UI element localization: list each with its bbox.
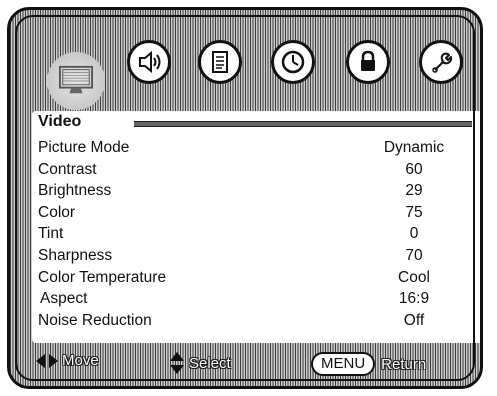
setting-label: Noise Reduction xyxy=(38,311,152,329)
setting-row-color-temperature[interactable]: Color Temperature Cool xyxy=(32,268,480,290)
tv-osd-frame: Video Picture Mode Dynamic Contrast 60 B… xyxy=(7,7,483,389)
select-hint: Select xyxy=(170,352,231,374)
move-label: Move xyxy=(62,352,99,369)
setting-row-brightness[interactable]: Brightness 29 xyxy=(32,181,480,203)
return-label: Return xyxy=(381,355,427,373)
move-hint: Move xyxy=(36,352,99,369)
lock-icon xyxy=(361,50,375,71)
left-right-arrows-icon xyxy=(36,353,58,368)
setting-value: 70 xyxy=(405,246,423,264)
setting-label: Sharpness xyxy=(38,246,113,264)
speaker-icon xyxy=(139,50,161,74)
menu-key-badge: MENU xyxy=(311,352,376,376)
up-down-arrows-icon xyxy=(170,352,184,374)
setting-label: Tint xyxy=(38,225,64,243)
setting-row-picture-mode[interactable]: Picture Mode Dynamic xyxy=(32,138,480,160)
video-settings-panel: Video Picture Mode Dynamic Contrast 60 B… xyxy=(32,111,480,343)
wrench-icon xyxy=(432,52,453,73)
setting-value: 0 xyxy=(409,225,419,243)
setting-row-contrast[interactable]: Contrast 60 xyxy=(32,160,480,182)
setting-row-aspect[interactable]: Aspect 16:9 xyxy=(32,289,480,311)
section-title: Video xyxy=(38,113,82,130)
setting-row-sharpness[interactable]: Sharpness 70 xyxy=(32,246,480,268)
clock-icon xyxy=(281,50,305,74)
tab-audio[interactable] xyxy=(127,40,171,84)
tab-setup[interactable] xyxy=(198,40,242,84)
select-label: Select xyxy=(189,354,231,372)
tab-picture[interactable] xyxy=(47,52,105,110)
title-divider xyxy=(134,121,472,127)
tab-options[interactable] xyxy=(419,40,463,84)
document-icon xyxy=(212,51,228,73)
setting-label: Contrast xyxy=(38,160,97,178)
picture-icon xyxy=(59,65,93,94)
setting-label: Picture Mode xyxy=(38,139,130,156)
navigation-hints: Move Select MENU Return xyxy=(36,350,476,376)
setting-value: Dynamic xyxy=(383,139,445,156)
setting-row-noise-reduction[interactable]: Noise Reduction Off xyxy=(32,311,480,333)
setting-label: Color Temperature xyxy=(38,268,167,286)
setting-label: Aspect xyxy=(40,290,88,308)
setting-value: 16:9 xyxy=(398,290,430,308)
setting-value: 60 xyxy=(405,160,423,178)
setting-value: 75 xyxy=(405,203,423,221)
setting-row-tint[interactable]: Tint 0 xyxy=(32,224,480,246)
setting-value: Cool xyxy=(398,268,430,286)
settings-list: Picture Mode Dynamic Contrast 60 Brightn… xyxy=(32,138,480,333)
setting-label: Color xyxy=(38,203,76,221)
setting-label: Brightness xyxy=(38,182,112,200)
setting-value: Off xyxy=(403,311,425,329)
tab-time[interactable] xyxy=(271,40,315,84)
tab-lock[interactable] xyxy=(346,40,390,84)
setting-value: 29 xyxy=(405,182,423,200)
setting-row-color[interactable]: Color 75 xyxy=(32,203,480,225)
return-hint: MENU Return xyxy=(311,352,426,376)
